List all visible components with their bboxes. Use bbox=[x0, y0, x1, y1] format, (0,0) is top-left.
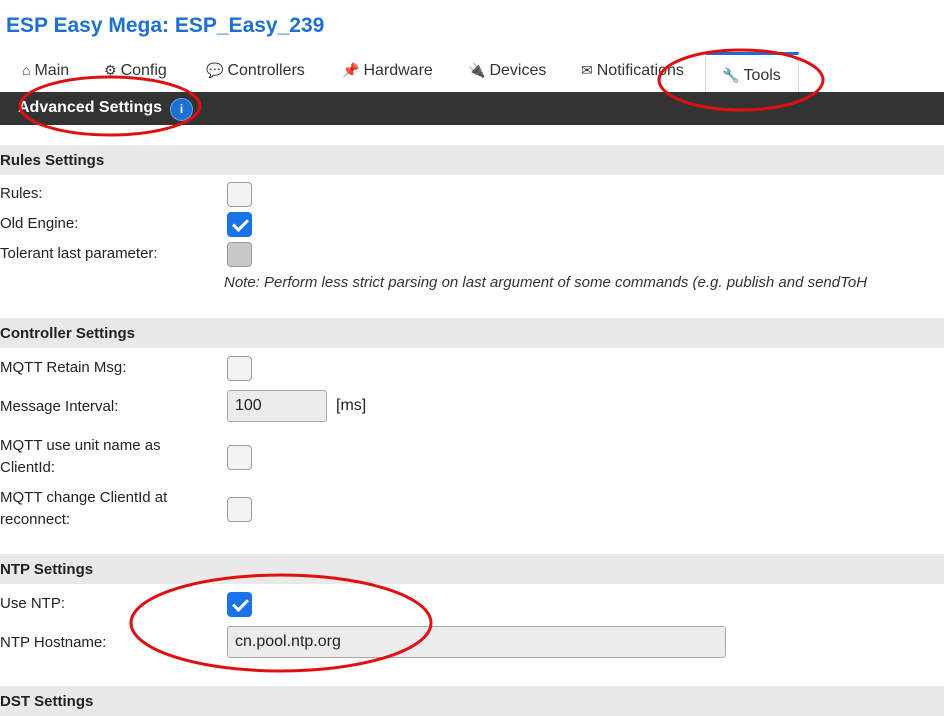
tolerant-label: Tolerant last parameter: bbox=[0, 245, 158, 262]
old-engine-label: Old Engine: bbox=[0, 215, 79, 232]
rules-label: Rules: bbox=[0, 185, 43, 202]
message-interval-input[interactable]: 100 bbox=[227, 390, 327, 422]
plug-icon: 🔌 bbox=[468, 62, 486, 78]
mqtt-retain-checkbox[interactable] bbox=[227, 356, 252, 381]
tab-tools[interactable]: 🔧 Tools bbox=[705, 52, 799, 92]
interval-unit: [ms] bbox=[336, 397, 367, 414]
tab-config[interactable]: ⚙ Config bbox=[104, 62, 167, 80]
tab-label: Hardware bbox=[363, 62, 433, 79]
tab-label: Tools bbox=[743, 67, 781, 84]
mqtt-retain-label: MQTT Retain Msg: bbox=[0, 359, 127, 376]
tab-bar: ⌂ Main ⚙ Config 💬 Controllers 📌 Hardware 🔌 De… bbox=[0, 52, 944, 92]
page-title: ESP Easy Mega: ESP_Easy_239 bbox=[6, 14, 325, 37]
gear-icon: ⚙ bbox=[104, 62, 117, 78]
change-clientid-label: MQTT change ClientId at reconnect: bbox=[0, 489, 168, 528]
rules-checkbox[interactable] bbox=[227, 182, 252, 207]
tolerant-checkbox[interactable] bbox=[227, 242, 252, 267]
tab-label: Notifications bbox=[596, 62, 684, 79]
envelope-icon: ✉ bbox=[581, 62, 593, 78]
tolerant-note: Note: Perform less strict parsing on las… bbox=[224, 274, 868, 291]
section-header-dst: DST Settings bbox=[0, 686, 944, 716]
use-ntp-checkbox[interactable] bbox=[227, 592, 252, 617]
tab-label: Config bbox=[120, 62, 167, 79]
info-icon[interactable]: i bbox=[170, 98, 193, 121]
wrench-icon: 🔧 bbox=[722, 67, 740, 83]
speech-bubble-icon: 💬 bbox=[206, 62, 224, 78]
section-header-rules: Rules Settings bbox=[0, 145, 944, 175]
unit-name-clientid-label: MQTT use unit name as ClientId: bbox=[0, 437, 161, 476]
tab-main[interactable]: ⌂ Main bbox=[22, 62, 69, 80]
section-header-ntp: NTP Settings bbox=[0, 554, 944, 584]
tab-hardware[interactable]: 📌 Hardware bbox=[342, 62, 433, 80]
pushpin-icon: 📌 bbox=[342, 62, 360, 78]
change-clientid-checkbox[interactable] bbox=[227, 497, 252, 522]
unit-name-clientid-checkbox[interactable] bbox=[227, 445, 252, 470]
use-ntp-label: Use NTP: bbox=[0, 595, 66, 612]
ntp-hostname-label: NTP Hostname: bbox=[0, 634, 107, 651]
advanced-settings-label: Advanced Settings bbox=[18, 99, 163, 116]
section-header-controller: Controller Settings bbox=[0, 318, 944, 348]
tab-controllers[interactable]: 💬 Controllers bbox=[206, 62, 305, 80]
old-engine-checkbox[interactable] bbox=[227, 212, 252, 237]
tab-label: Devices bbox=[489, 62, 547, 79]
tab-notifications[interactable]: ✉ Notifications bbox=[581, 62, 684, 80]
message-interval-label: Message Interval: bbox=[0, 398, 119, 415]
tab-label: Main bbox=[34, 62, 70, 79]
home-icon: ⌂ bbox=[22, 62, 31, 78]
tab-label: Controllers bbox=[227, 62, 305, 79]
ntp-hostname-input[interactable]: cn.pool.ntp.org bbox=[227, 626, 726, 658]
tab-devices[interactable]: 🔌 Devices bbox=[468, 62, 546, 80]
submenu-bar: Advanced Settings i bbox=[0, 92, 944, 125]
